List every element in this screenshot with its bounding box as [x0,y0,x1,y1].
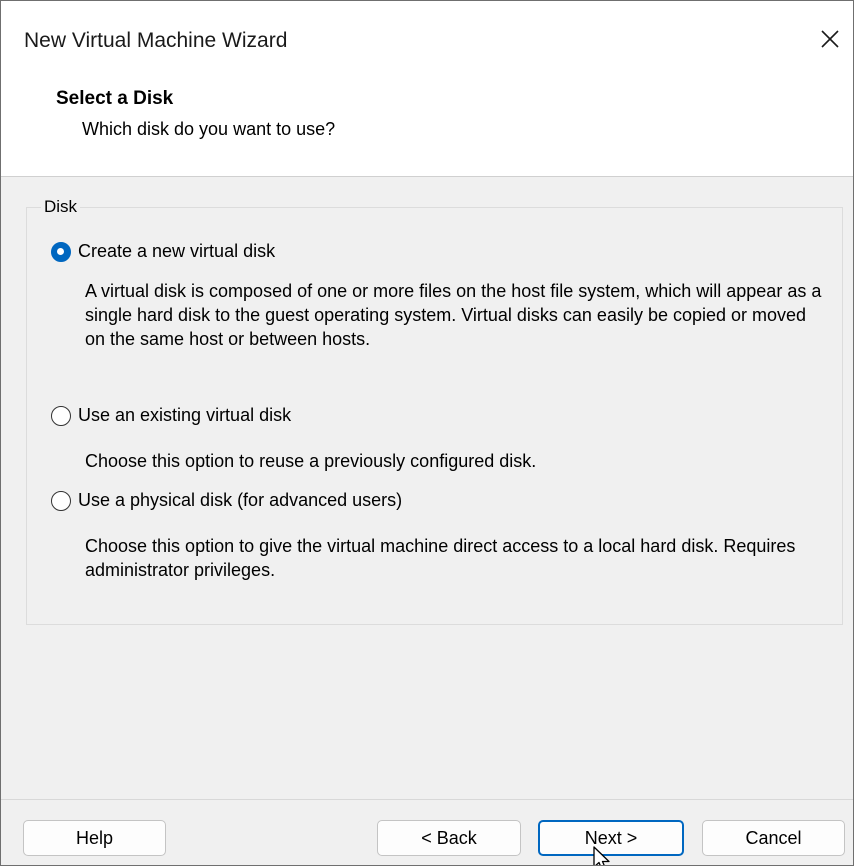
disk-group-legend: Disk [41,197,81,217]
cancel-button[interactable]: Cancel [702,820,845,856]
window-title: New Virtual Machine Wizard [24,29,288,52]
next-button[interactable]: Next > [538,820,684,856]
close-button[interactable] [807,19,853,59]
option-label-use-existing-disk[interactable]: Use an existing virtual disk [78,405,291,426]
option-description-use-physical-disk: Choose this option to give the virtual m… [85,536,796,580]
wizard-header: Select a Disk Which disk do you want to … [1,73,853,177]
radio-button-checked[interactable] [51,241,71,262]
footer-divider [1,799,853,800]
option-label-use-physical-disk[interactable]: Use a physical disk (for advanced users) [78,490,402,511]
back-button[interactable]: < Back [377,820,521,856]
page-subtitle: Which disk do you want to use? [82,119,336,139]
disk-groupbox: Disk Create a new virtual disk A virtual… [26,197,843,625]
close-icon [821,30,839,48]
option-label-create-new-disk[interactable]: Create a new virtual disk [78,241,275,262]
radio-create-new-disk[interactable]: Create a new virtual disk [51,241,275,262]
option-description-create-new-disk: A virtual disk is composed of one or mor… [85,281,822,349]
radio-button-unchecked[interactable] [51,490,71,511]
wizard-window: New Virtual Machine Wizard Select a Disk… [0,0,854,866]
title-bar: New Virtual Machine Wizard [1,1,853,73]
radio-use-physical-disk[interactable]: Use a physical disk (for advanced users) [51,490,402,511]
option-description-use-existing-disk: Choose this option to reuse a previously… [85,451,537,471]
help-button[interactable]: Help [23,820,166,856]
radio-button-unchecked[interactable] [51,405,71,426]
radio-use-existing-disk[interactable]: Use an existing virtual disk [51,405,291,426]
wizard-body: Disk Create a new virtual disk A virtual… [1,177,853,865]
page-title: Select a Disk [56,88,174,109]
